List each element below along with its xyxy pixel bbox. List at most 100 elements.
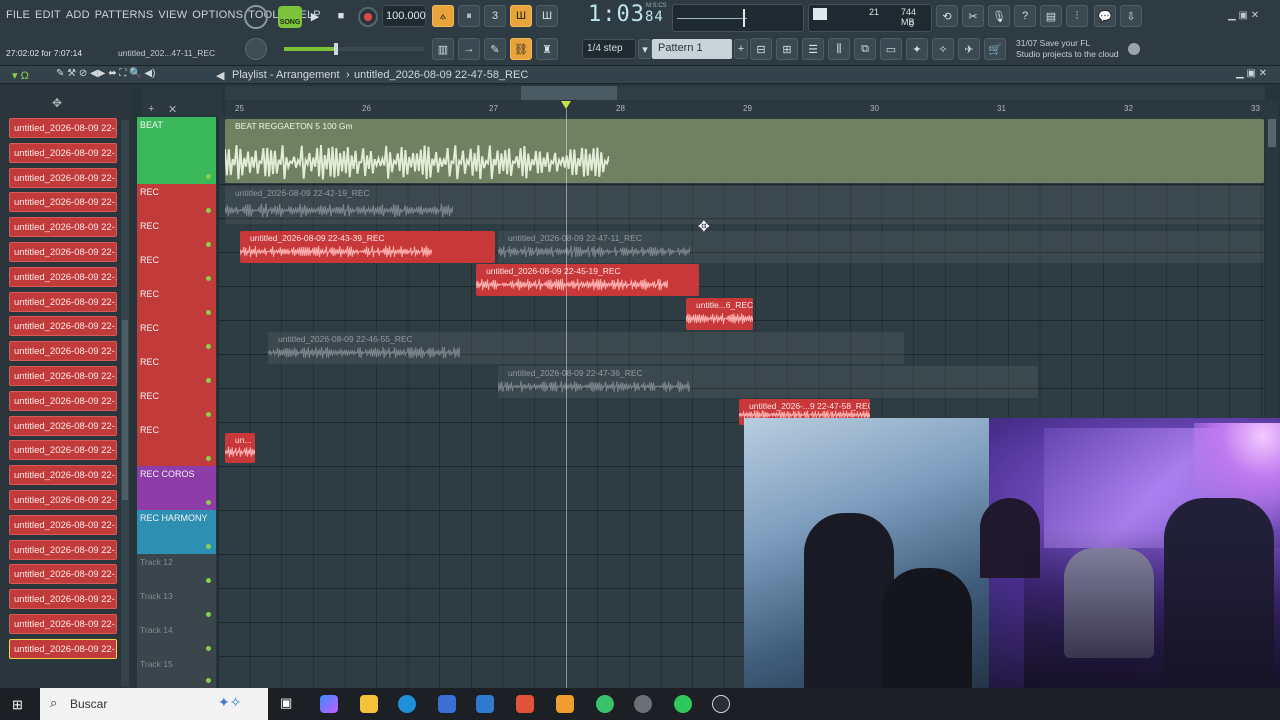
picker-move-icon[interactable]: ✥ <box>52 96 62 110</box>
bulb-icon[interactable]: ✦ <box>906 38 928 60</box>
cloud-notice[interactable]: 31/07 Save your FL Studio projects to th… <box>1016 38 1119 60</box>
picker-scrollbar[interactable] <box>121 120 129 686</box>
cart-icon[interactable]: 🛒 <box>984 38 1006 60</box>
picker-item[interactable]: untitled_2026-08-09 22-... <box>9 415 117 436</box>
playlist-menu-icon[interactable]: ▾ Ω <box>12 69 29 82</box>
picker-item[interactable]: untitled_2026-08-09 22-... <box>9 539 117 560</box>
track-enable-led[interactable] <box>206 646 211 651</box>
track-enable-led[interactable] <box>206 678 211 683</box>
picker-item[interactable]: untitled_2026-08-09 22-... <box>9 564 117 585</box>
picker-item[interactable]: untitled_2026-08-09 22-... <box>9 390 117 411</box>
task-view-icon[interactable]: ▣ <box>280 695 298 713</box>
audio-clip-rec5[interactable]: untitled_2026-08-09 22-46-55_REC <box>268 332 904 364</box>
edge-icon[interactable] <box>398 695 416 713</box>
picker-item[interactable]: untitled_2026-08-09 22-... <box>9 440 117 461</box>
track-header[interactable]: Track 13 <box>137 588 216 622</box>
picker-item[interactable]: untitled_2026-08-09 22-... <box>9 242 117 262</box>
audio-clip-rec4[interactable]: untitle...6_REC <box>686 298 753 330</box>
audio-clip-rec2b[interactable]: untitled_2026-08-09 22-47-11_REC <box>498 231 1264 263</box>
window-controls[interactable]: ▁ ▣ ✕ <box>1228 10 1259 21</box>
picker-item[interactable]: untitled_2026-08-09 22-... <box>9 638 117 659</box>
menu-add[interactable]: ADD <box>66 9 90 21</box>
mixer-icon[interactable]: ⫶ <box>1066 5 1088 27</box>
wait-input-icon[interactable]: ⏸ <box>458 5 480 27</box>
help-icon[interactable]: ? <box>1014 5 1036 27</box>
mixer-view-icon[interactable]: ⫼ <box>828 38 850 60</box>
track-header[interactable]: REC <box>137 218 216 252</box>
picker-item[interactable]: untitled_2026-08-09 22-... <box>9 490 117 510</box>
track-enable-led[interactable] <box>206 412 211 417</box>
menu-edit[interactable]: EDIT <box>35 9 61 21</box>
audio-clip-rec6[interactable]: untitled_2026-08-09 22-47-36_REC <box>498 366 1038 398</box>
channel-rack-icon[interactable]: ☰ <box>802 38 824 60</box>
track-header[interactable]: REC <box>137 252 216 286</box>
picker-item[interactable]: untitled_2026-08-09 22-... <box>9 316 117 337</box>
fl-studio-icon[interactable] <box>556 695 574 713</box>
track-header[interactable]: REC <box>137 320 216 354</box>
track-enable-led[interactable] <box>206 174 211 179</box>
picker-item[interactable]: untitled_2026-08-09 22-... <box>9 366 117 386</box>
piano-roll-view-icon[interactable]: ⊞ <box>776 38 798 60</box>
countdown-icon[interactable]: 3 <box>484 5 506 27</box>
plugin-picker-icon[interactable]: ▭ <box>880 38 902 60</box>
whatsapp-icon[interactable] <box>596 695 614 713</box>
track-enable-led[interactable] <box>206 276 211 281</box>
playlist-tools[interactable]: ✎ ⚒ ⊘ ◀▶ ⬌ ⛶ 🔍 ◀) <box>56 68 155 79</box>
record-button[interactable] <box>358 7 378 27</box>
playlist-header-controls[interactable]: + ✕ <box>142 86 222 116</box>
snap-selector[interactable]: 1/4 step <box>582 39 636 59</box>
chat-icon[interactable]: 💬 <box>1094 5 1116 27</box>
close-track-icon[interactable]: ✕ <box>168 103 177 116</box>
track-enable-led[interactable] <box>206 344 211 349</box>
media-player-icon[interactable] <box>712 695 730 713</box>
overview-viewport[interactable] <box>521 86 617 100</box>
track-header[interactable]: BEAT <box>137 117 216 184</box>
stamp-icon[interactable]: ♜ <box>536 38 558 60</box>
loop-record-icon[interactable]: Ш <box>536 5 558 27</box>
track-enable-led[interactable] <box>206 544 211 549</box>
picker-item[interactable]: untitled_2026-08-09 22-... <box>9 167 117 188</box>
link-icon[interactable]: ⛓ <box>510 38 532 60</box>
track-enable-led[interactable] <box>206 310 211 315</box>
copilot-icon[interactable] <box>320 695 338 713</box>
playlist-icon[interactable]: ⊟ <box>750 38 772 60</box>
song-mode-button[interactable]: SONG <box>278 6 302 28</box>
menu-patterns[interactable]: PATTERNS <box>95 9 154 21</box>
tempo-display[interactable]: 100.000 <box>382 5 426 27</box>
picker-item[interactable]: untitled_2026-08-09 22-... <box>9 589 117 610</box>
undo-icon[interactable]: ⟲ <box>936 5 958 27</box>
picker-item[interactable]: untitled_2026-08-09 22-... <box>9 118 117 138</box>
audio-clip-rec3[interactable]: untitled_2026-08-09 22-45-19_REC <box>476 264 699 296</box>
stop-icon[interactable]: ■ <box>330 5 352 27</box>
browser-icon[interactable]: ⧉ <box>854 38 876 60</box>
track-header[interactable]: Track 12 <box>137 554 216 588</box>
add-pattern-icon[interactable]: + <box>734 39 748 59</box>
spotify-icon[interactable] <box>674 695 692 713</box>
track-header[interactable]: REC <box>137 354 216 388</box>
arrow-right-icon[interactable]: → <box>458 38 480 60</box>
metronome-icon[interactable]: ⟑ <box>432 5 454 27</box>
menu-view[interactable]: VIEW <box>158 9 187 21</box>
track-header[interactable]: REC HARMONY <box>137 510 216 554</box>
picker-item[interactable]: untitled_2026-08-09 22-... <box>9 614 117 634</box>
picker-item[interactable]: untitled_2026-08-09 22-... <box>9 217 117 238</box>
track-header[interactable]: REC <box>137 286 216 320</box>
piano-roll-icon[interactable]: ▥ <box>432 38 454 60</box>
track-enable-led[interactable] <box>206 378 211 383</box>
step-edit-icon[interactable]: Ш <box>510 5 532 27</box>
track-enable-led[interactable] <box>206 456 211 461</box>
picker-item[interactable]: untitled_2026-08-09 22-... <box>9 291 117 312</box>
timeline-ruler[interactable]: 25 26 27 28 29 30 31 32 33 <box>225 101 1265 117</box>
track-header[interactable]: Track 15 <box>137 656 216 688</box>
main-pitch-knob[interactable] <box>245 38 267 60</box>
snap-dropdown-icon[interactable]: ▾ <box>638 39 652 59</box>
dj-icon[interactable]: ✈ <box>958 38 980 60</box>
playhead-marker[interactable] <box>561 101 571 109</box>
store-icon[interactable] <box>438 695 456 713</box>
obs-icon[interactable] <box>634 695 652 713</box>
audio-clip-rec2[interactable]: untitled_2026-08-09 22-43-39_REC <box>240 231 495 263</box>
playlist-window-controls[interactable]: ▁ ▣ ✕ <box>1236 68 1267 79</box>
audio-clip-rec1[interactable]: untitled_2026-08-09 22-42-19_REC <box>225 186 1264 224</box>
track-header[interactable]: REC <box>137 184 216 218</box>
audio-clip-beat[interactable]: BEAT REGGAETON 5 100 Gm <box>225 119 1264 183</box>
